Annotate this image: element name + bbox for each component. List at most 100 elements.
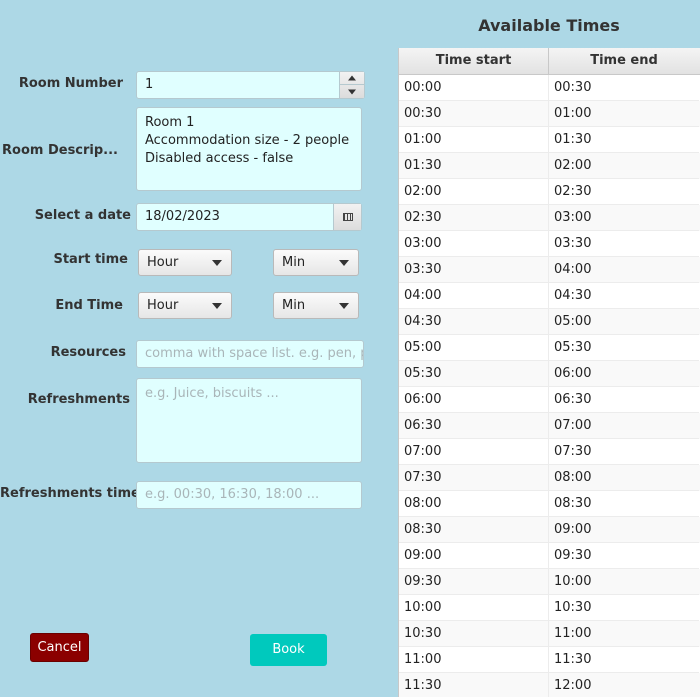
table-row[interactable]: 03:30 04:00	[399, 257, 700, 283]
end-min-select[interactable]: Min	[273, 292, 359, 319]
time-start-cell: 09:00	[399, 543, 549, 569]
time-start-cell: 03:00	[399, 231, 549, 257]
room-description-line: Disabled access - false	[145, 151, 294, 166]
table-row[interactable]: 06:30 07:00	[399, 413, 700, 439]
table-row[interactable]: 03:00 03:30	[399, 231, 700, 257]
time-end-cell: 08:00	[549, 465, 699, 491]
time-end-cell: 06:30	[549, 387, 699, 413]
room-number-stepper	[339, 72, 364, 98]
table-row[interactable]: 01:00 01:30	[399, 127, 700, 153]
time-end-cell: 08:30	[549, 491, 699, 517]
time-start-cell: 08:30	[399, 517, 549, 543]
time-start-cell: 02:00	[399, 179, 549, 205]
time-start-cell: 05:00	[399, 335, 549, 361]
chevron-down-icon	[339, 260, 349, 266]
room-number-spinner[interactable]: 1	[136, 71, 365, 99]
room-description-label: Room Descrip...	[2, 143, 118, 158]
table-row[interactable]: 02:00 02:30	[399, 179, 700, 205]
time-start-cell: 07:00	[399, 439, 549, 465]
table-header: Time start Time end	[399, 48, 700, 75]
table-row[interactable]: 07:00 07:30	[399, 439, 700, 465]
time-end-cell: 01:30	[549, 127, 699, 153]
calendar-button[interactable]	[333, 204, 361, 230]
refreshments-textarea[interactable]: e.g. Juice, biscuits ...	[136, 378, 362, 463]
time-end-cell: 07:00	[549, 413, 699, 439]
time-end-cell: 10:30	[549, 595, 699, 621]
time-end-cell: 03:30	[549, 231, 699, 257]
table-row[interactable]: 01:30 02:00	[399, 153, 700, 179]
chevron-down-icon	[339, 303, 349, 309]
increment-button[interactable]	[340, 72, 364, 85]
room-description-textarea[interactable]: Room 1 Accommodation size - 2 people Dis…	[136, 107, 362, 191]
table-row[interactable]: 07:30 08:00	[399, 465, 700, 491]
time-start-cell: 04:00	[399, 283, 549, 309]
time-end-cell: 01:00	[549, 101, 699, 127]
time-start-cell: 05:30	[399, 361, 549, 387]
start-time-label: Start time	[53, 252, 128, 267]
table-row[interactable]: 08:30 09:00	[399, 517, 700, 543]
calendar-icon	[342, 213, 353, 221]
end-hour-value: Hour	[147, 298, 179, 313]
refreshments-time-placeholder: e.g. 00:30, 16:30, 18:00 ...	[145, 487, 320, 502]
time-end-cell: 02:30	[549, 179, 699, 205]
time-end-cell: 04:30	[549, 283, 699, 309]
cancel-button[interactable]: Cancel	[30, 633, 89, 662]
table-row[interactable]: 04:30 05:00	[399, 309, 700, 335]
table-row[interactable]: 05:00 05:30	[399, 335, 700, 361]
time-start-cell: 09:30	[399, 569, 549, 595]
time-start-cell: 10:00	[399, 595, 549, 621]
time-start-cell: 04:30	[399, 309, 549, 335]
time-end-cell: 06:00	[549, 361, 699, 387]
room-description-line: Accommodation size - 2 people	[145, 133, 350, 148]
start-min-value: Min	[282, 255, 306, 270]
column-header-time-end[interactable]: Time end	[549, 48, 699, 74]
start-hour-select[interactable]: Hour	[138, 249, 232, 276]
end-time-label: End Time	[55, 298, 123, 313]
time-start-cell: 00:30	[399, 101, 549, 127]
table-row[interactable]: 06:00 06:30	[399, 387, 700, 413]
table-row[interactable]: 10:30 11:00	[399, 621, 700, 647]
time-start-cell: 11:30	[399, 673, 549, 697]
resources-placeholder: comma with space list. e.g. pen, pe	[145, 346, 364, 361]
time-end-cell: 09:00	[549, 517, 699, 543]
time-start-cell: 11:00	[399, 647, 549, 673]
table-row[interactable]: 08:00 08:30	[399, 491, 700, 517]
date-picker[interactable]: 18/02/2023	[136, 203, 362, 231]
table-row[interactable]: 00:30 01:00	[399, 101, 700, 127]
time-end-cell: 05:00	[549, 309, 699, 335]
decrement-button[interactable]	[340, 85, 364, 98]
select-date-label: Select a date	[34, 208, 131, 223]
time-end-cell: 11:00	[549, 621, 699, 647]
chevron-down-icon	[212, 303, 222, 309]
time-end-cell: 12:00	[549, 673, 699, 697]
table-row[interactable]: 00:00 00:30	[399, 75, 700, 101]
arrow-up-icon	[348, 75, 356, 81]
table-row[interactable]: 02:30 03:00	[399, 205, 700, 231]
table-row[interactable]: 09:00 09:30	[399, 543, 700, 569]
resources-label: Resources	[50, 345, 126, 360]
time-end-cell: 05:30	[549, 335, 699, 361]
resources-input[interactable]: comma with space list. e.g. pen, pe	[136, 340, 364, 368]
time-start-cell: 07:30	[399, 465, 549, 491]
time-end-cell: 09:30	[549, 543, 699, 569]
table-row[interactable]: 05:30 06:00	[399, 361, 700, 387]
time-start-cell: 01:00	[399, 127, 549, 153]
book-button[interactable]: Book	[250, 634, 327, 666]
table-row[interactable]: 09:30 10:00	[399, 569, 700, 595]
column-header-time-start[interactable]: Time start	[399, 48, 549, 74]
time-start-cell: 02:30	[399, 205, 549, 231]
time-start-cell: 10:30	[399, 621, 549, 647]
available-times-title: Available Times	[478, 16, 620, 35]
table-row[interactable]: 04:00 04:30	[399, 283, 700, 309]
table-row[interactable]: 11:30 12:00	[399, 673, 700, 697]
arrow-down-icon	[348, 89, 356, 94]
refreshments-time-input[interactable]: e.g. 00:30, 16:30, 18:00 ...	[136, 481, 362, 509]
end-hour-select[interactable]: Hour	[138, 292, 232, 319]
table-row[interactable]: 11:00 11:30	[399, 647, 700, 673]
table-row[interactable]: 10:00 10:30	[399, 595, 700, 621]
start-min-select[interactable]: Min	[273, 249, 359, 276]
date-value: 18/02/2023	[145, 209, 220, 224]
time-end-cell: 10:00	[549, 569, 699, 595]
room-number-label: Room Number	[18, 76, 123, 91]
room-number-value: 1	[145, 77, 154, 92]
